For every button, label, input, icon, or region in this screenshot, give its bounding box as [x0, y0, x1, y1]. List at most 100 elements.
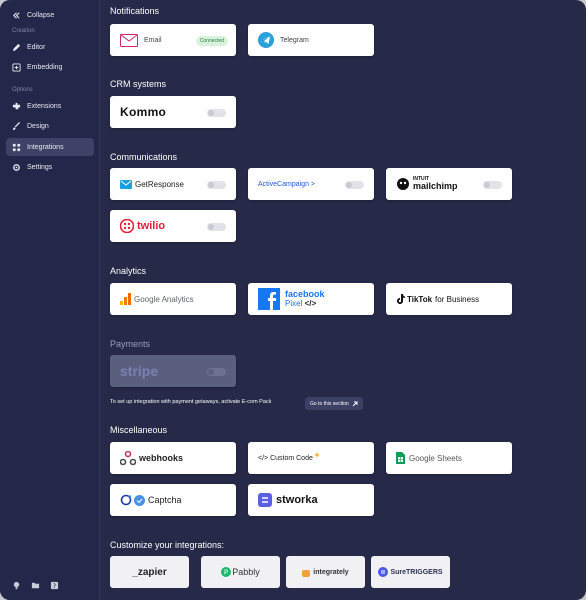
mailchimp-icon [397, 178, 409, 190]
tiktok-icon [397, 294, 405, 304]
telegram-label: Telegram [280, 36, 309, 44]
mailchimp-toggle[interactable] [483, 181, 502, 189]
sidebar-item-label: Integrations [27, 143, 64, 151]
google-analytics-card[interactable]: Google Analytics [110, 283, 236, 315]
zapier-logo: _zapier [132, 566, 167, 578]
stworka-label: stworka [276, 494, 318, 506]
sidebar-item-integrations[interactable]: Integrations [6, 138, 94, 156]
sidebar-item-label: Design [27, 122, 49, 130]
integrately-label: integrately [313, 568, 349, 576]
code-brackets-icon: </> [304, 298, 317, 308]
google-analytics-icon [120, 293, 131, 305]
activecampaign-logo: ActiveCampaign > [258, 180, 316, 188]
stworka-card[interactable]: stworka [248, 484, 374, 516]
facebook-pixel-card[interactable]: facebook Pixel </> [248, 283, 374, 315]
payments-note: To set up integration with payment getaw… [110, 399, 272, 405]
webhooks-label: webhooks [139, 453, 184, 463]
sidebar-item-label: Extensions [27, 102, 62, 110]
double-chevron-left-icon [13, 11, 20, 19]
go-to-section-label: Go to this section [310, 400, 349, 407]
pabbly-icon: P [221, 567, 232, 577]
tiktok-label: TikTok [407, 294, 433, 304]
tiktok-suffix: for Business [435, 294, 480, 304]
section-label-creation: Creation [12, 28, 35, 34]
sidebar-item-editor[interactable]: Editor [6, 38, 94, 56]
webhooks-card[interactable]: webhooks [110, 442, 236, 474]
sidebar: Collapse Creation Editor Embedding Optio… [0, 0, 100, 600]
puzzle-icon [12, 102, 21, 109]
kommo-card[interactable]: Kommo [110, 96, 236, 128]
twilio-toggle[interactable] [207, 223, 226, 231]
getresponse-label: GetResponse [135, 179, 184, 189]
sidebar-item-label: Embedding [27, 63, 63, 71]
telegram-card[interactable]: Telegram [248, 24, 374, 56]
svg-text:P: P [224, 569, 228, 577]
refresh-blue-icon [134, 494, 145, 506]
twilio-card[interactable]: twilio [110, 210, 236, 242]
pixel-label-row: Pixel </> [285, 298, 325, 308]
google-analytics-label: Google Analytics [134, 294, 194, 304]
integrations-icon [12, 143, 21, 151]
section-title-notifications: Notifications [110, 6, 160, 16]
connected-badge: Connected [195, 36, 228, 46]
integrations-panel: Notifications Email Connected Telegram C… [100, 0, 586, 600]
custom-code-label: </> Custom Code [258, 454, 313, 462]
suretriggers-option[interactable]: SureTRIGGERS [371, 556, 450, 588]
stripe-toggle [207, 368, 226, 376]
zapier-option[interactable]: _zapier [110, 556, 189, 588]
google-sheets-label: Google Sheets [409, 453, 462, 463]
section-title-analytics: Analytics [110, 266, 147, 276]
kommo-toggle[interactable] [207, 109, 226, 117]
activecampaign-toggle[interactable] [345, 181, 364, 189]
kommo-logo: Kommo [120, 105, 167, 119]
gear-icon [13, 163, 20, 171]
twilio-icon [120, 219, 134, 233]
integrately-icon [302, 570, 311, 577]
getresponse-card[interactable]: GetResponse [110, 168, 236, 200]
sparkle-icon [313, 452, 320, 458]
email-label: Email [144, 36, 162, 44]
sidebar-item-design[interactable]: Design [6, 117, 94, 135]
getresponse-toggle[interactable] [207, 181, 226, 189]
section-title-customize: Customize your integrations: [110, 540, 225, 550]
facebook-pixel-wordmark: facebook Pixel </> [285, 289, 325, 308]
email-card[interactable]: Email Connected [110, 24, 236, 56]
telegram-icon [258, 32, 274, 48]
help-icon[interactable]: ? [50, 577, 59, 590]
go-to-section-button[interactable]: Go to this section [305, 397, 363, 410]
twilio-label: twilio [137, 220, 166, 232]
pencil-icon [12, 43, 21, 51]
stworka-icon [258, 493, 272, 507]
facebook-icon [258, 288, 280, 310]
pabbly-option[interactable]: P Pabbly [201, 556, 280, 588]
section-title-crm: CRM systems [110, 79, 166, 89]
custom-code-card[interactable]: </> Custom Code [248, 442, 374, 474]
google-sheets-card[interactable]: Google Sheets [386, 442, 512, 474]
captcha-card[interactable]: Captcha [110, 484, 236, 516]
lightbulb-icon[interactable] [12, 577, 21, 590]
getresponse-icon [120, 179, 132, 189]
sidebar-item-extensions[interactable]: Extensions [6, 97, 94, 115]
mailchimp-card[interactable]: INTUIT mailchimp [386, 168, 512, 200]
recaptcha-icon [120, 494, 132, 506]
folder-icon[interactable] [31, 577, 40, 589]
integrately-option[interactable]: integrately [286, 556, 365, 588]
sidebar-item-settings[interactable]: Settings [6, 158, 94, 176]
mailchimp-wordmark: INTUIT mailchimp [413, 177, 458, 191]
mailchimp-brand: mailchimp [413, 181, 458, 191]
suretriggers-label: SureTRIGGERS [390, 568, 443, 576]
embed-icon [12, 62, 21, 72]
svg-text:?: ? [53, 583, 56, 590]
pixel-label: Pixel [285, 298, 303, 308]
tiktok-card[interactable]: TikTok for Business [386, 283, 512, 315]
suretriggers-icon [378, 567, 389, 577]
collapse-label: Collapse [27, 11, 55, 19]
google-sheets-icon [396, 452, 405, 464]
activecampaign-card[interactable]: ActiveCampaign > [248, 168, 374, 200]
collapse-button[interactable]: Collapse [6, 6, 94, 24]
webhooks-icon [120, 451, 136, 465]
stripe-card: stripe [110, 355, 236, 387]
section-label-options: Options [12, 87, 33, 93]
mail-icon [120, 33, 138, 47]
sidebar-item-embedding[interactable]: Embedding [6, 58, 94, 76]
